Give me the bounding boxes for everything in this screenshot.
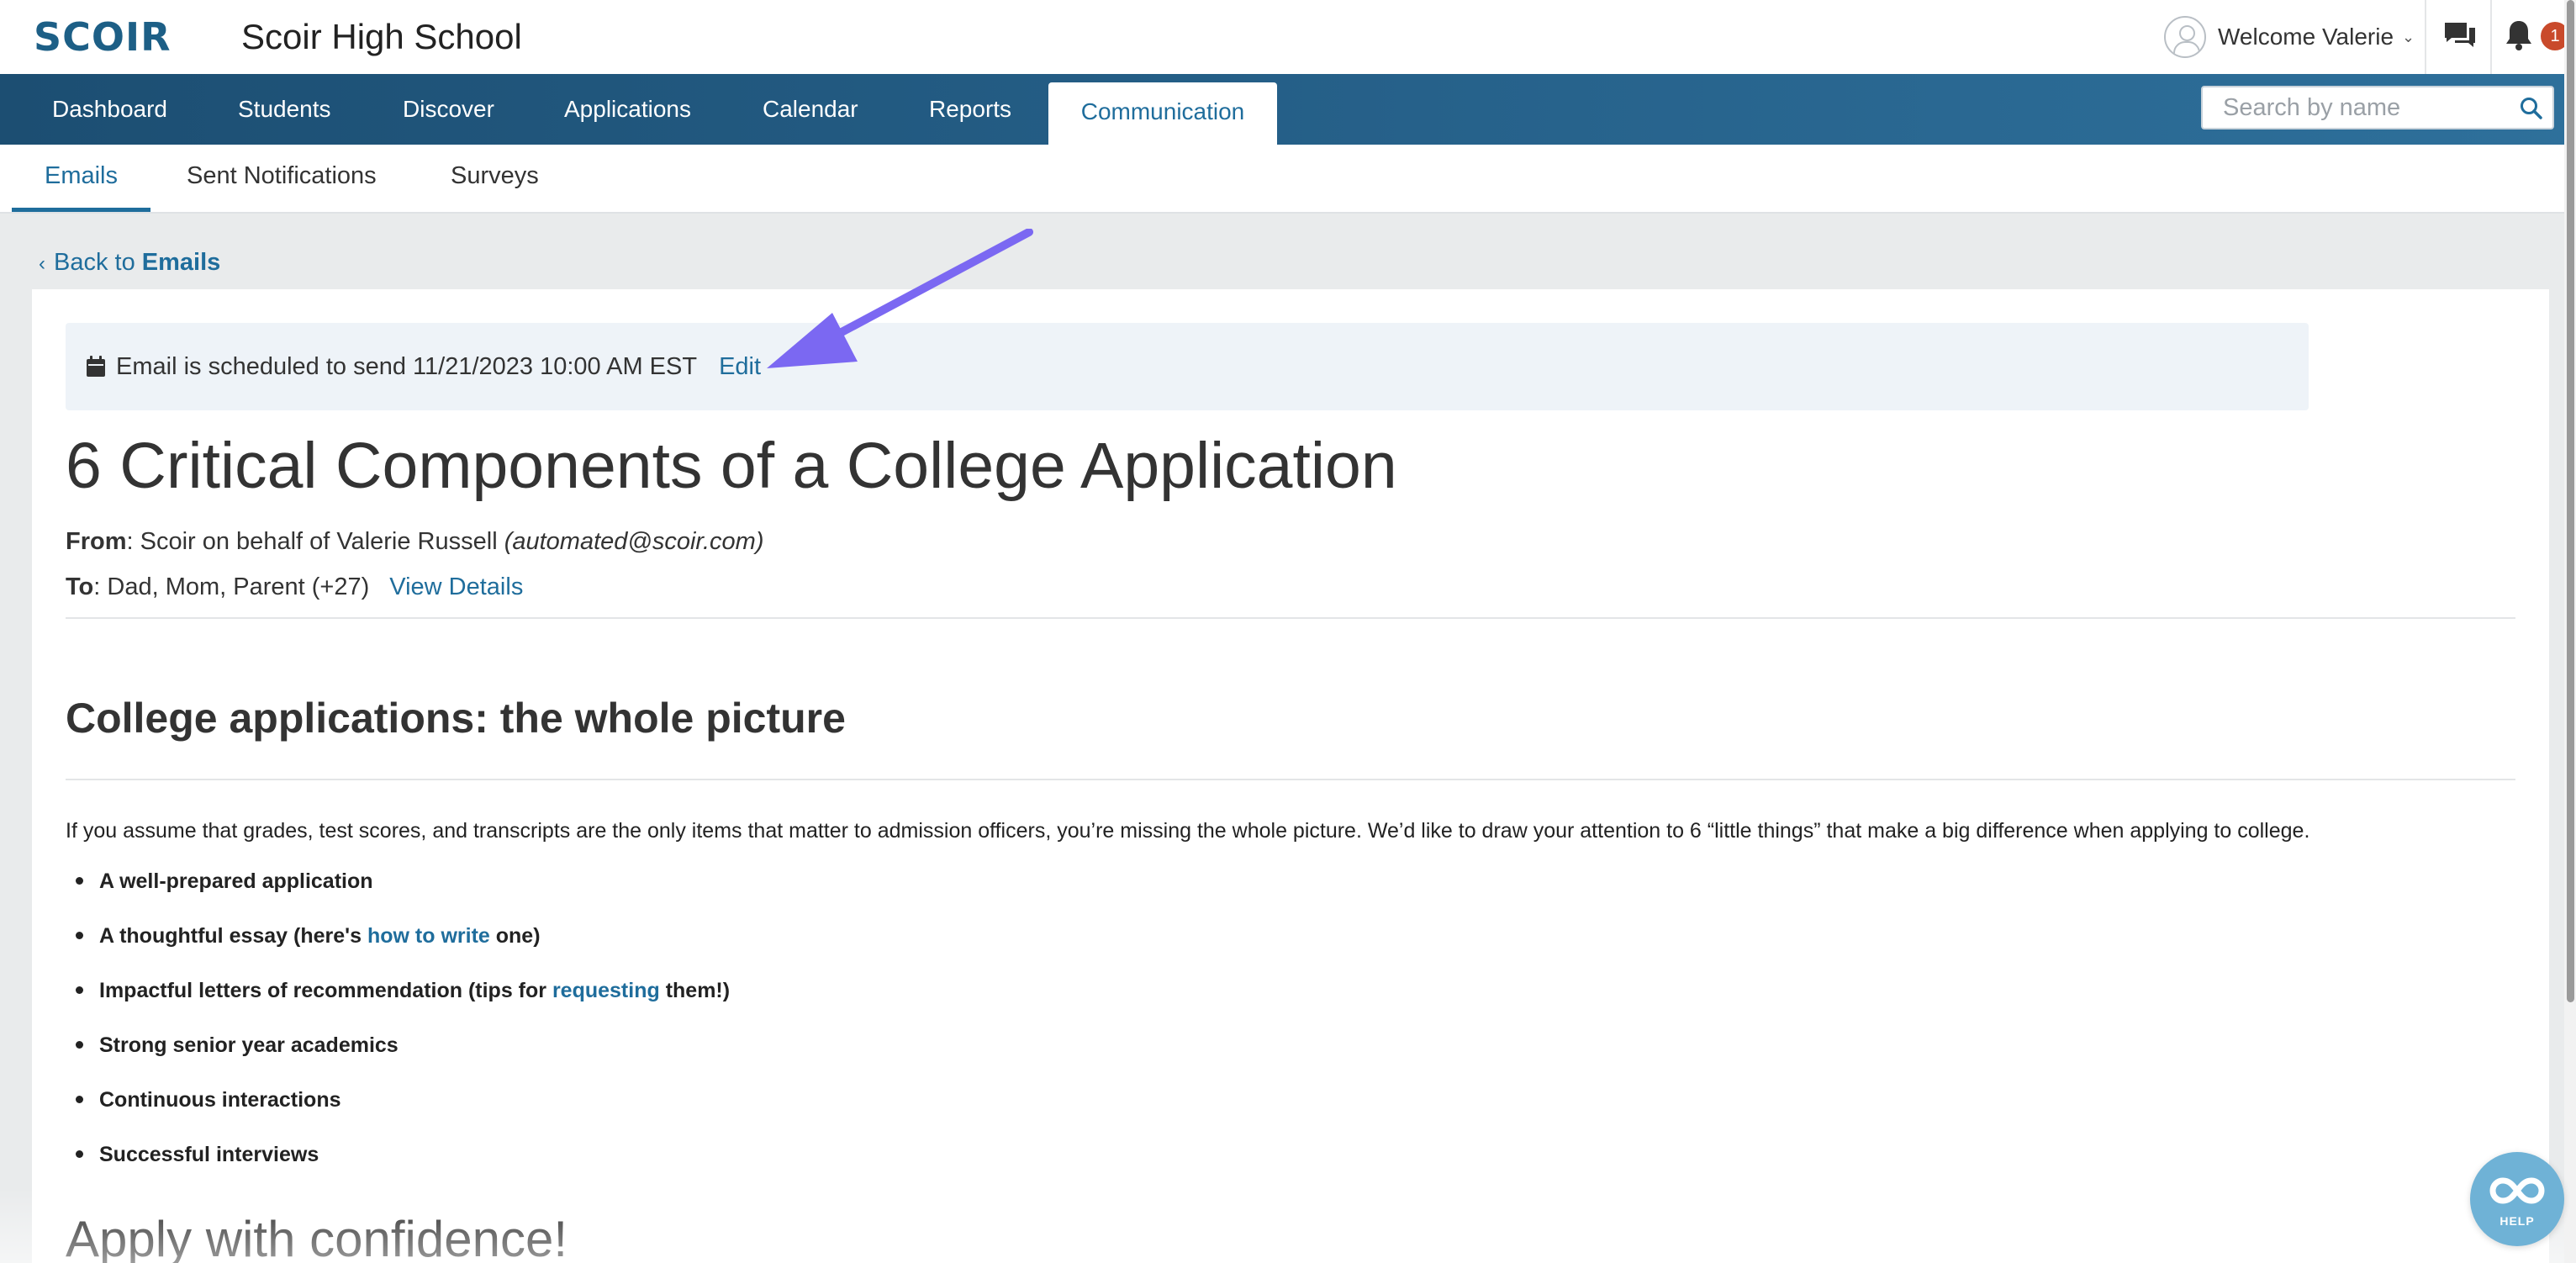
nav-dashboard[interactable]: Dashboard xyxy=(52,74,167,145)
school-name: Scoir High School xyxy=(241,17,522,56)
back-prefix: Back to xyxy=(54,249,135,276)
list-item-text: Strong senior year academics xyxy=(99,1033,399,1057)
search-input[interactable] xyxy=(2204,89,2507,126)
scrollbar-thumb[interactable] xyxy=(2567,0,2574,1002)
user-menu[interactable]: Welcome Valerie ⌄ xyxy=(2164,13,2415,61)
email-from: From: Scoir on behalf of Valerie Russell… xyxy=(66,525,764,558)
list-item-text: A thoughtful essay (here's xyxy=(99,924,367,948)
divider xyxy=(66,779,2515,780)
email-title: 6 Critical Components of a College Appli… xyxy=(66,430,1397,502)
search-box xyxy=(2201,86,2554,129)
from-address: (automated@scoir.com) xyxy=(504,528,764,555)
sub-nav: Emails Sent Notifications Surveys xyxy=(0,145,2576,214)
main-nav: Dashboard Students Discover Applications… xyxy=(0,74,2576,145)
nav-communication[interactable]: Communication xyxy=(1048,82,1277,145)
to-value: : Dad, Mom, Parent (+27) xyxy=(93,573,370,600)
tab-sent-notifications[interactable]: Sent Notifications xyxy=(187,145,377,212)
body-heading: College applications: the whole picture xyxy=(66,695,846,742)
list-item: Continuous interactions xyxy=(75,1086,730,1141)
calendar-icon xyxy=(87,356,105,377)
components-list: A well-prepared application A thoughtful… xyxy=(75,868,731,1196)
nav-discover[interactable]: Discover xyxy=(403,74,494,145)
list-item-text: A well-prepared application xyxy=(99,869,373,893)
welcome-text: Welcome Valerie xyxy=(2218,24,2394,50)
avatar-icon xyxy=(2164,16,2206,58)
chat-icon[interactable] xyxy=(2443,20,2477,52)
bell-icon[interactable] xyxy=(2504,18,2534,52)
view-details-link[interactable]: View Details xyxy=(389,573,523,600)
scoir-logo[interactable]: SCOIR xyxy=(34,14,172,60)
nav-calendar[interactable]: Calendar xyxy=(763,74,858,145)
body-heading-2: Apply with confidence! xyxy=(66,1211,568,1263)
requesting-link[interactable]: requesting xyxy=(552,979,660,1002)
nav-applications[interactable]: Applications xyxy=(564,74,691,145)
logo-text: SCOIR xyxy=(34,14,172,60)
search-icon[interactable] xyxy=(2519,96,2544,121)
help-button[interactable]: HELP xyxy=(2470,1152,2564,1246)
tab-surveys[interactable]: Surveys xyxy=(451,145,539,212)
back-target: Emails xyxy=(141,249,221,276)
nav-students[interactable]: Students xyxy=(238,74,331,145)
list-item-text: Successful interviews xyxy=(99,1143,319,1166)
body-intro: If you assume that grades, test scores, … xyxy=(66,819,2310,843)
schedule-text: Email is scheduled to send 11/21/2023 10… xyxy=(116,352,698,380)
chevron-left-icon: ‹ xyxy=(39,252,45,275)
divider xyxy=(2490,0,2492,74)
top-header: SCOIR Scoir High School Welcome Valerie … xyxy=(0,0,2576,74)
list-item-text: Continuous interactions xyxy=(99,1088,341,1112)
email-card: Email is scheduled to send 11/21/2023 10… xyxy=(32,229,2549,1263)
list-item: A thoughtful essay (here's how to write … xyxy=(75,922,730,977)
schedule-banner: Email is scheduled to send 11/21/2023 10… xyxy=(66,323,2309,410)
to-label: To xyxy=(66,573,94,600)
how-to-write-link[interactable]: how to write xyxy=(367,924,490,948)
list-item-text: them!) xyxy=(659,979,731,1002)
divider xyxy=(2425,0,2426,74)
from-value: : Scoir on behalf of Valerie Russell xyxy=(126,528,498,555)
help-icon xyxy=(2489,1177,2545,1204)
edit-schedule-link[interactable]: Edit xyxy=(719,353,761,381)
back-link[interactable]: ‹ Back to Emails xyxy=(39,249,220,277)
tab-emails[interactable]: Emails xyxy=(12,145,150,212)
list-item-text: one) xyxy=(489,924,541,948)
list-item: Impactful letters of recommendation (tip… xyxy=(75,977,731,1032)
list-item-text: Impactful letters of recommendation (tip… xyxy=(99,979,552,1002)
from-label: From xyxy=(66,528,127,555)
chevron-down-icon: ⌄ xyxy=(2402,28,2415,45)
list-item: Successful interviews xyxy=(75,1141,730,1196)
nav-reports[interactable]: Reports xyxy=(929,74,1011,145)
divider xyxy=(66,617,2515,619)
list-item: Strong senior year academics xyxy=(75,1032,730,1086)
list-item: A well-prepared application xyxy=(75,868,730,922)
help-label: HELP xyxy=(2499,1214,2535,1228)
email-to: To: Dad, Mom, Parent (+27) View Details xyxy=(66,570,523,604)
